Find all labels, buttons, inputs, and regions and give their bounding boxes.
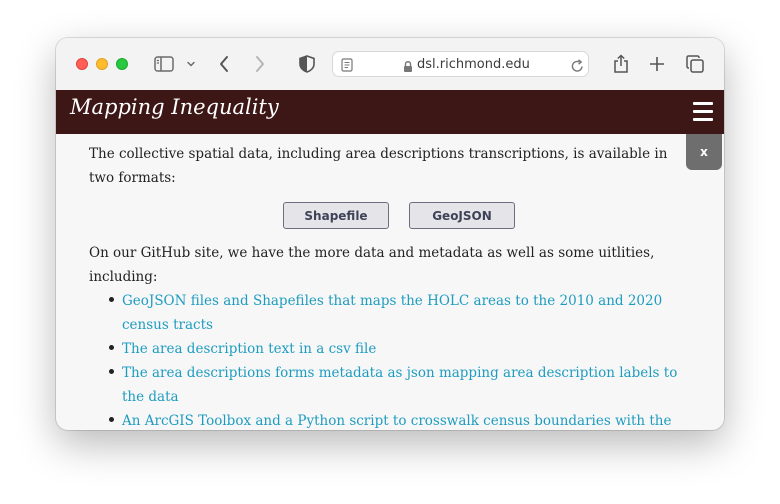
browser-toolbar: dsl.richmond.edu xyxy=(56,38,724,91)
shield-icon[interactable] xyxy=(296,52,318,76)
address-bar[interactable]: dsl.richmond.edu xyxy=(332,51,589,77)
sidebar-icon[interactable] xyxy=(152,52,176,76)
github-links-list: GeoJSON files and Shapefiles that maps t… xyxy=(89,289,689,430)
list-item: The area description text in a csv file xyxy=(109,337,689,361)
arcgis-toolbox-link[interactable]: An ArcGIS Toolbox and a Python script to… xyxy=(122,413,671,430)
list-item: GeoJSON files and Shapefiles that maps t… xyxy=(109,289,689,337)
url-text: dsl.richmond.edu xyxy=(417,57,530,72)
reload-icon[interactable] xyxy=(571,58,584,77)
browser-window: dsl.richmond.edu Mapping Inequality x Th… xyxy=(56,38,724,430)
site-brand[interactable]: Mapping Inequality xyxy=(70,95,279,119)
forward-icon[interactable] xyxy=(250,52,270,76)
minimize-window-button[interactable] xyxy=(96,58,108,70)
chevron-down-icon[interactable] xyxy=(184,52,198,76)
area-description-csv-link[interactable]: The area description text in a csv file xyxy=(122,341,376,357)
share-icon[interactable] xyxy=(610,52,632,76)
site-navbar: Mapping Inequality xyxy=(56,90,724,134)
metadata-json-link[interactable]: The area descriptions forms metadata as … xyxy=(122,365,677,405)
reader-icon[interactable] xyxy=(341,57,353,76)
close-panel-button[interactable]: x xyxy=(686,134,722,170)
lock-icon xyxy=(403,58,413,77)
close-window-button[interactable] xyxy=(76,58,88,70)
list-item: The area descriptions forms metadata as … xyxy=(109,361,689,409)
list-item: An ArcGIS Toolbox and a Python script to… xyxy=(109,409,689,430)
plus-icon[interactable] xyxy=(647,52,667,76)
download-buttons: Shapefile GeoJSON xyxy=(89,202,689,229)
census-tracts-link[interactable]: GeoJSON files and Shapefiles that maps t… xyxy=(122,293,662,333)
tabs-icon[interactable] xyxy=(684,52,706,76)
intro-text: The collective spatial data, including a… xyxy=(89,146,668,186)
shapefile-button[interactable]: Shapefile xyxy=(283,202,389,229)
github-intro-text: On our GitHub site, we have the more dat… xyxy=(89,245,655,285)
geojson-button[interactable]: GeoJSON xyxy=(409,202,515,229)
download-panel: The collective spatial data, including a… xyxy=(89,142,689,430)
back-icon[interactable] xyxy=(214,52,234,76)
hamburger-icon[interactable] xyxy=(693,102,713,122)
zoom-window-button[interactable] xyxy=(116,58,128,70)
